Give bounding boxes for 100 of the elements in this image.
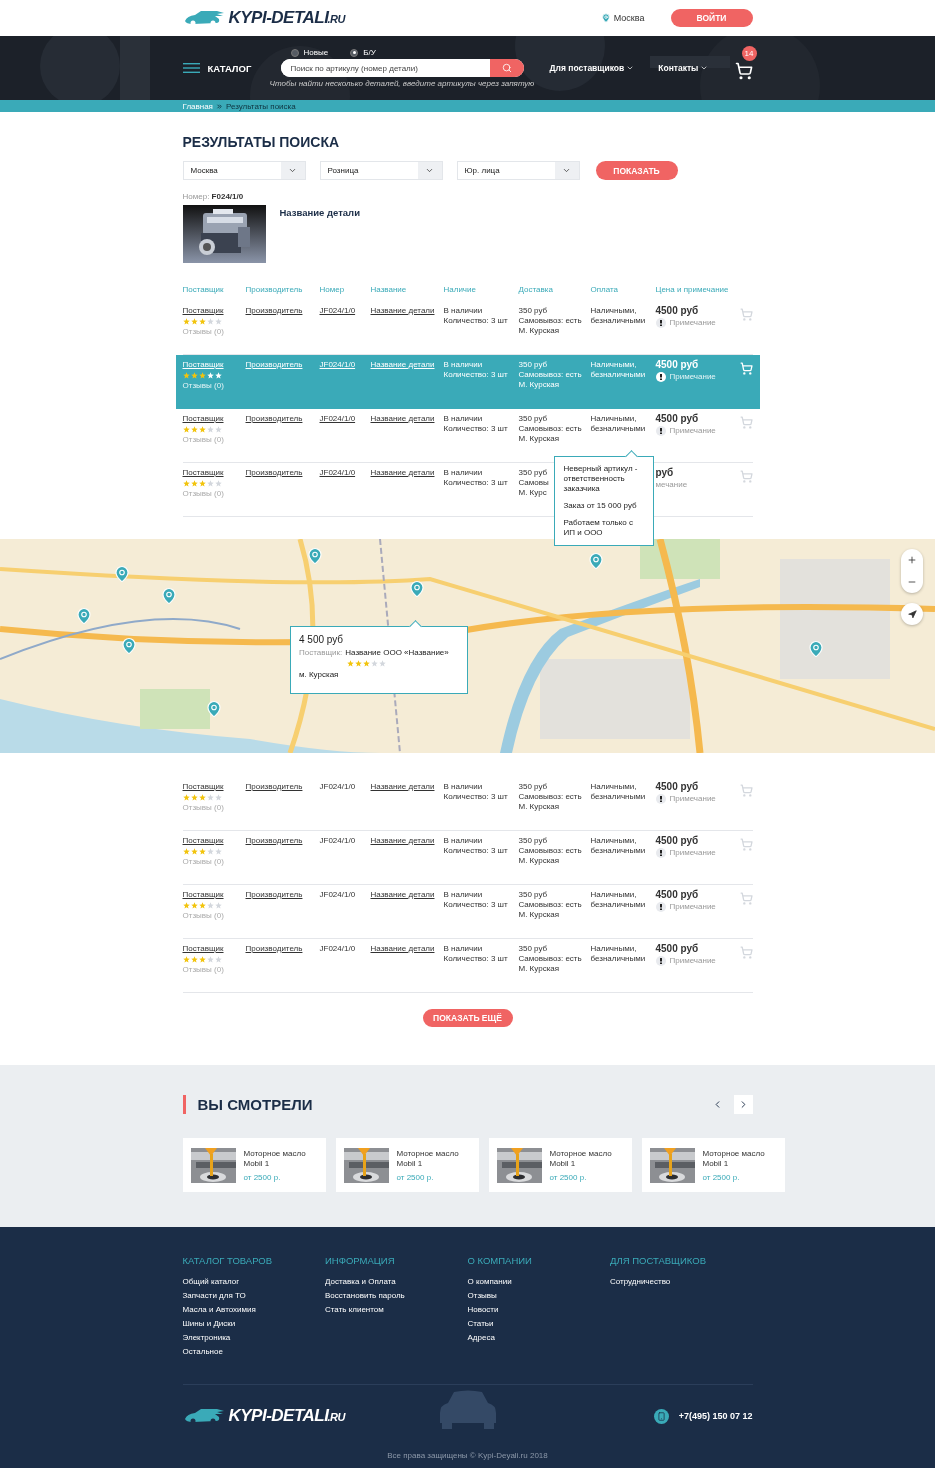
city-selector[interactable]: Москва — [600, 13, 645, 23]
map-pin-icon[interactable] — [75, 607, 93, 625]
price: 4500 руб — [655, 306, 699, 316]
delivery-text: 350 руб Самовывоз: есть М. Курская — [518, 836, 582, 866]
map-pin-icon[interactable] — [120, 637, 138, 655]
search-icon — [501, 63, 512, 73]
product-card[interactable]: Моторное масло Mobil 1 от 2500 р. — [488, 1138, 632, 1192]
product-card[interactable]: Моторное масло Mobil 1 от 2500 р. — [641, 1138, 785, 1192]
footer-link[interactable]: Адреса — [467, 1333, 495, 1342]
column-header: Номер — [319, 285, 346, 296]
column-header: Наличие — [443, 285, 477, 296]
supplier-link[interactable]: Поставщик — [182, 468, 224, 478]
part-name-link[interactable]: Название детали — [370, 468, 435, 478]
producer-link[interactable]: Производитель — [245, 890, 303, 900]
map-pin-icon[interactable] — [205, 700, 223, 718]
payment-text: Наличными, безналичными — [590, 944, 646, 964]
footer-link[interactable]: Новости — [467, 1305, 499, 1314]
footer-link[interactable]: Остальное — [182, 1347, 223, 1356]
car-logo-icon — [182, 10, 225, 26]
producer-link[interactable]: Производитель — [245, 836, 303, 846]
part-name-link[interactable]: Название детали — [370, 414, 435, 424]
condition-radio[interactable]: Новые — [290, 48, 329, 57]
breadcrumb-link[interactable]: Результаты поиска — [225, 101, 296, 111]
part-name: Название детали — [279, 207, 360, 220]
phone-number: +7(495) 150 07 12 — [678, 1411, 753, 1421]
availability-text: В наличии Количество: 3 шт — [443, 414, 508, 434]
info-icon — [655, 848, 666, 858]
producer-link[interactable]: Производитель — [245, 944, 303, 954]
catalog-button[interactable]: КАТАЛОГ — [182, 62, 281, 74]
column-header: Оплата — [590, 285, 620, 296]
result-row[interactable]: Поставщик Отзывы (0) Производитель JF024/1/0 Название детали В наличии Количество: 3 шт 350 руб Самовывоз: есть М. Курская Наличными, безналичными 4500 руб Примечание — [182, 885, 753, 939]
supplier-link[interactable]: Поставщик — [182, 782, 224, 792]
popup-supplier-label: Поставщик: — [299, 648, 343, 657]
footer-link[interactable]: Стать клиентом — [325, 1305, 384, 1314]
column-header: Название — [370, 285, 408, 296]
supplier-link[interactable]: Поставщик — [182, 944, 224, 954]
product-card[interactable]: Моторное масло Mobil 1 от 2500 р. — [335, 1138, 479, 1192]
map-pin-icon[interactable] — [160, 587, 178, 605]
footer-link[interactable]: Запчасти для ТО — [182, 1291, 246, 1300]
producer-link[interactable]: Производитель — [245, 782, 303, 792]
reviews-count: Отзывы (0) — [182, 857, 224, 867]
search-button[interactable] — [489, 59, 524, 77]
logo-text[interactable]: KYPI-DETALI.RU — [228, 1406, 345, 1426]
part-name-link[interactable]: Название детали — [370, 890, 435, 900]
filter-dropdown[interactable]: Юр. лица — [456, 161, 580, 180]
footer-link[interactable]: Шины и Диски — [182, 1319, 236, 1328]
producer-link[interactable]: Производитель — [245, 468, 303, 478]
info-icon — [655, 318, 666, 328]
footer-link[interactable]: О компании — [467, 1277, 512, 1286]
footer-link[interactable]: Доставка и Оплата — [325, 1277, 396, 1286]
availability-text: В наличии Количество: 3 шт — [443, 836, 508, 856]
result-row[interactable]: Поставщик Отзывы (0) Производитель JF024/1/0 Название детали В наличии Количество: 3 шт 350 руб Самовывоз: есть М. Курская Наличными, безналичными 4500 руб Примечание — [182, 777, 753, 831]
cart-icon[interactable] — [734, 62, 753, 80]
part-number[interactable]: JF024/1/0 — [319, 414, 356, 424]
supplier-link[interactable]: Поставщик — [182, 890, 224, 900]
delivery-text: 350 руб Самовывоз: есть М. Курская — [518, 944, 582, 974]
logo-text[interactable]: KYPI-DETALI.RU — [228, 8, 345, 28]
supplier-link[interactable]: Поставщик — [182, 836, 224, 846]
part-name-link[interactable]: Название детали — [370, 306, 435, 316]
producer-link[interactable]: Производитель — [245, 306, 303, 316]
product-card[interactable]: Моторное масло Mobil 1 от 2500 р. — [182, 1138, 326, 1192]
availability-text: В наличии Количество: 3 шт — [443, 782, 508, 802]
delivery-text: 350 руб Самовывоз: есть М. Курская — [518, 414, 582, 444]
supplier-link[interactable]: Поставщик — [182, 306, 224, 316]
map-pin-icon[interactable] — [408, 580, 426, 598]
map-pin-icon[interactable] — [113, 565, 131, 583]
result-row[interactable]: Поставщик Отзывы (0) Производитель JF024/1/0 Название детали В наличии Количество: 3 шт 350 руб Самовывоз: есть М. Курская Наличными, безналичными 4500 руб Примечание — [182, 831, 753, 885]
payment-text: Наличными, безналичными — [590, 782, 646, 802]
part-number[interactable]: JF024/1/0 — [319, 306, 356, 316]
product-price: от 2500 р. — [243, 1172, 282, 1182]
filter-dropdown[interactable]: Москва — [182, 161, 306, 180]
part-name-link[interactable]: Название детали — [370, 836, 435, 846]
product-name: Моторное масло Mobil 1 — [396, 1148, 460, 1169]
part-name-link[interactable]: Название детали — [370, 944, 435, 954]
footer-link[interactable]: Статьи — [467, 1319, 494, 1328]
section-title: ВЫ СМОТРЕЛИ — [182, 1095, 313, 1114]
car-logo-icon — [182, 1408, 225, 1424]
map-pin-icon[interactable] — [587, 552, 605, 570]
map-pin-icon[interactable] — [306, 547, 324, 565]
product-price: от 2500 р. — [396, 1172, 435, 1182]
footer-link[interactable]: Общий каталог — [182, 1277, 240, 1286]
footer-link[interactable]: Восстановить пароль — [325, 1291, 405, 1300]
next-button[interactable] — [733, 1095, 753, 1114]
result-row[interactable]: Поставщик Отзывы (0) Производитель JF024/1/0 Название детали В наличии Количество: 3 шт 350 руб Самовывоз: есть М. Курская Наличными, безналичными 4500 руб Примечание — [182, 939, 753, 993]
price: 4500 руб — [655, 360, 699, 370]
part-number-label: Номер: F024/1/0 — [182, 192, 245, 201]
nav-menu-link[interactable]: Контакты — [658, 63, 709, 73]
filter-dropdown[interactable]: Розница — [319, 161, 443, 180]
nav-menu-link[interactable]: Для поставщиков — [549, 63, 635, 73]
supplier-link[interactable]: Поставщик — [182, 414, 224, 424]
search-field[interactable]: Поиск по артикулу (номер детали) — [280, 59, 524, 77]
footer-link[interactable]: Отзывы — [467, 1291, 497, 1300]
footer-link[interactable]: Сотрудничество — [610, 1277, 671, 1286]
map-pin-icon[interactable] — [807, 640, 825, 658]
condition-radio[interactable]: Б/У — [350, 48, 376, 57]
footer-link[interactable]: Масла и Автохимия — [182, 1305, 256, 1314]
footer-link[interactable]: Электроника — [182, 1333, 231, 1342]
part-name-link[interactable]: Название детали — [370, 782, 435, 792]
part-number[interactable]: JF024/1/0 — [319, 468, 356, 478]
producer-link[interactable]: Производитель — [245, 414, 303, 424]
